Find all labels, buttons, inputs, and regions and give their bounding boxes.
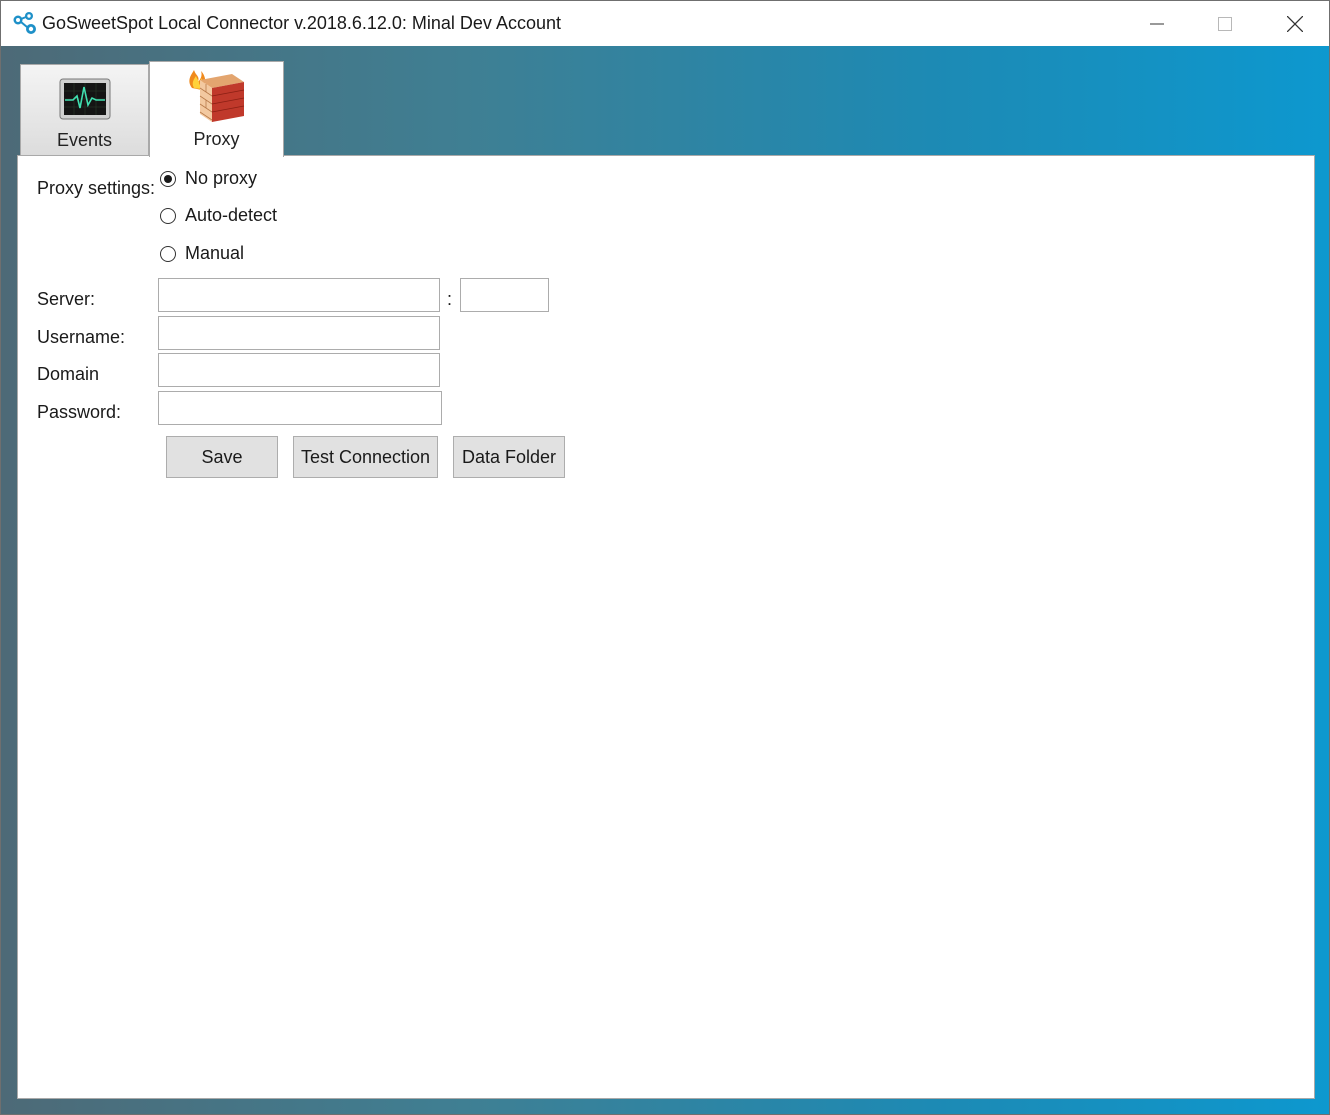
save-button[interactable]: Save bbox=[166, 436, 278, 478]
username-label: Username: bbox=[37, 327, 126, 347]
minimize-button[interactable] bbox=[1122, 1, 1192, 46]
maximize-icon bbox=[1218, 16, 1232, 31]
app-logo-icon bbox=[13, 12, 36, 34]
radio-auto-detect-label: Auto-detect bbox=[185, 205, 278, 225]
close-button[interactable] bbox=[1260, 1, 1329, 46]
test-connection-button[interactable]: Test Connection bbox=[293, 436, 438, 478]
port-input[interactable] bbox=[460, 278, 549, 312]
tab-proxy[interactable]: Proxy bbox=[149, 61, 284, 157]
password-input[interactable] bbox=[158, 391, 442, 425]
close-icon bbox=[1287, 15, 1303, 32]
firewall-icon bbox=[189, 70, 245, 122]
password-label: Password: bbox=[37, 402, 122, 422]
server-label: Server: bbox=[37, 289, 96, 309]
radio-no-proxy[interactable]: No proxy bbox=[160, 168, 257, 189]
radio-manual[interactable]: Manual bbox=[160, 243, 244, 264]
radio-button-checked[interactable] bbox=[160, 170, 176, 187]
title-bar: GoSweetSpot Local Connector v.2018.6.12.… bbox=[1, 1, 1329, 46]
radio-auto-detect[interactable]: Auto-detect bbox=[160, 205, 277, 226]
app-window: GoSweetSpot Local Connector v.2018.6.12.… bbox=[0, 0, 1330, 1115]
data-folder-button[interactable]: Data Folder bbox=[453, 436, 565, 478]
tab-events[interactable]: Events bbox=[20, 64, 149, 156]
server-input[interactable] bbox=[158, 278, 440, 312]
tab-events-label: Events bbox=[56, 130, 113, 150]
domain-label: Domain bbox=[37, 364, 100, 384]
radio-button[interactable] bbox=[160, 207, 176, 224]
maximize-button[interactable] bbox=[1190, 1, 1260, 46]
username-input[interactable] bbox=[158, 316, 440, 350]
window-title: GoSweetSpot Local Connector v.2018.6.12.… bbox=[42, 13, 561, 33]
activity-monitor-icon bbox=[59, 78, 111, 120]
port-separator: : bbox=[447, 289, 453, 309]
tab-proxy-label: Proxy bbox=[193, 129, 240, 149]
proxy-settings-panel: Proxy settings: No proxy Auto-detect Man… bbox=[17, 155, 1315, 1099]
domain-input[interactable] bbox=[158, 353, 440, 387]
radio-no-proxy-label: No proxy bbox=[185, 168, 258, 188]
proxy-settings-label: Proxy settings: bbox=[37, 178, 156, 198]
radio-button[interactable] bbox=[160, 245, 176, 262]
radio-manual-label: Manual bbox=[185, 243, 245, 263]
minimize-icon bbox=[1150, 23, 1164, 24]
